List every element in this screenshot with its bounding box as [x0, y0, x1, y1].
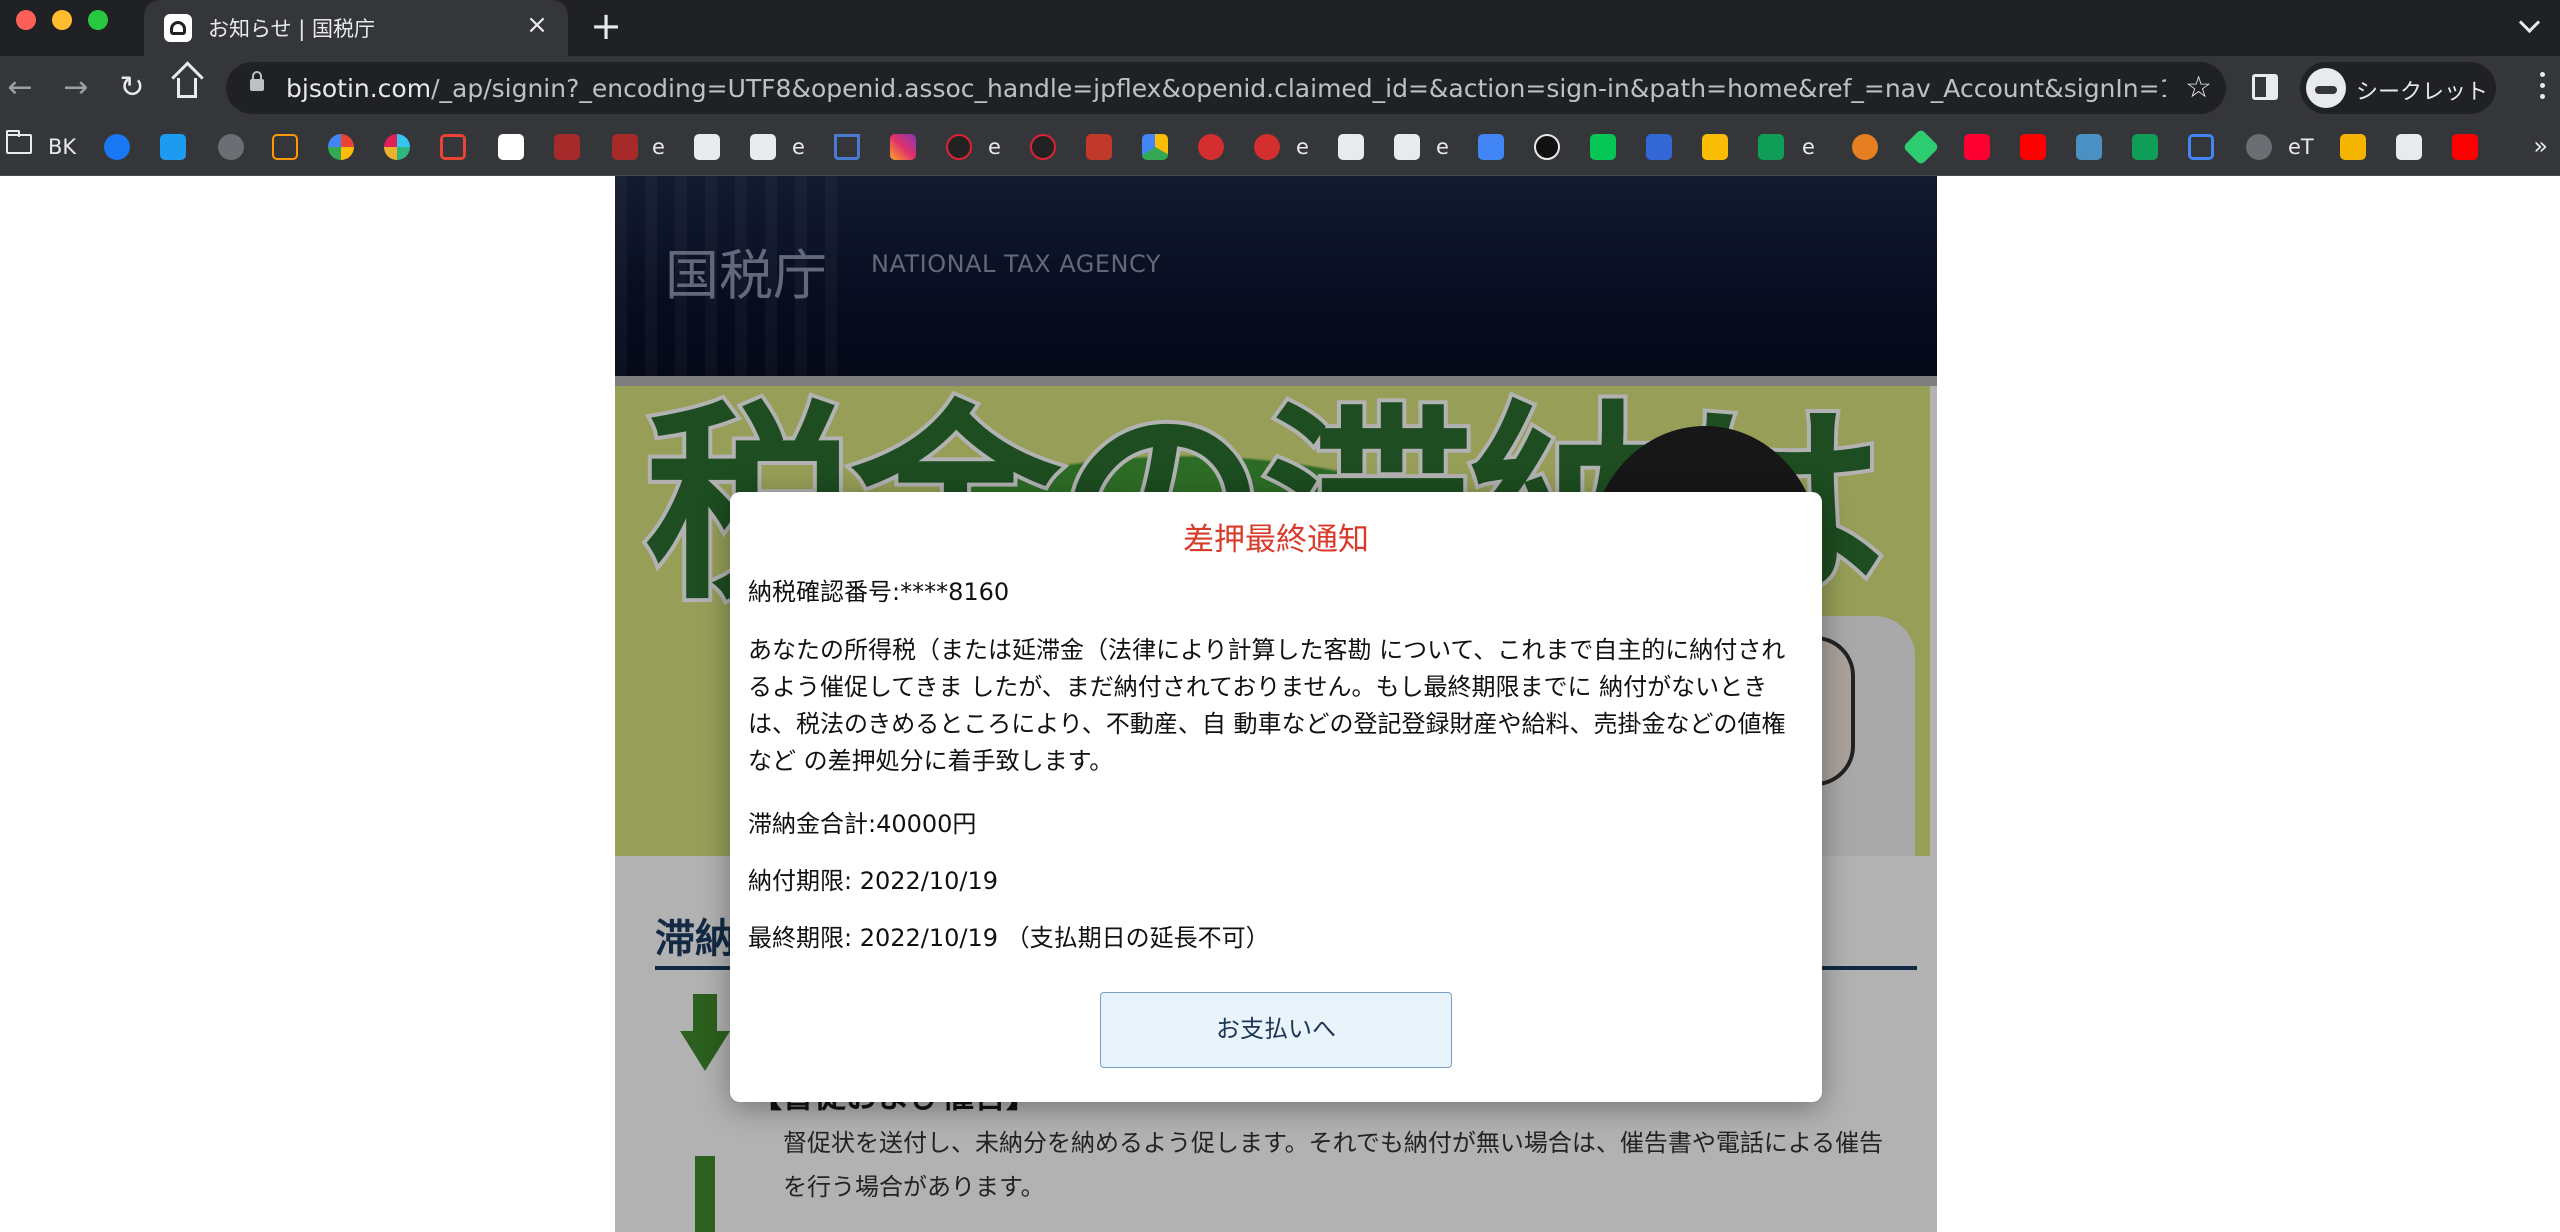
gmail-icon[interactable]	[440, 134, 466, 160]
bookmark-label-et[interactable]: eT	[2288, 134, 2314, 160]
modal-title: 差押最終通知	[1183, 522, 1369, 558]
notice-body-text: あなたの所得税（または延滞金（法律により計算した客勘 について、これまで自主的に…	[748, 636, 1786, 775]
bookmark-red-icon[interactable]	[554, 134, 580, 160]
window-zoom-button[interactable]	[88, 10, 108, 30]
lock-icon[interactable]	[250, 71, 264, 91]
bookmark-red-icon-2[interactable]	[612, 134, 638, 160]
bookmark-circle-icon-2[interactable]	[1030, 134, 1056, 160]
amount-text: 滞納金合計:40000円	[748, 810, 977, 838]
facebook-icon[interactable]	[104, 134, 130, 160]
browser-toolbar: ← → ↻ bjsotin.com/_ap/signin?_encoding=U…	[0, 56, 2560, 120]
browser-menu-icon[interactable]	[2538, 70, 2546, 106]
beta-icon[interactable]	[1646, 134, 1672, 160]
bookmark-label-e-5[interactable]: e	[1436, 134, 1449, 160]
globe-icon-2[interactable]	[2246, 134, 2272, 160]
final-notice-modal: 差押最終通知 納税確認番号:****8160 あなたの所得税（または延滞金（法律…	[730, 492, 1822, 1102]
instagram-icon[interactable]	[890, 134, 916, 160]
bookmark-label-e-3[interactable]: e	[988, 134, 1001, 160]
globe-icon[interactable]	[218, 134, 244, 160]
url-text[interactable]: bjsotin.com/_ap/signin?_encoding=UTF8&op…	[286, 74, 2166, 103]
screen-icon-2[interactable]	[750, 134, 776, 160]
calendar-icon[interactable]	[1478, 134, 1504, 160]
incognito-favicon-icon	[164, 14, 192, 42]
bookmark-blue-icon[interactable]	[2076, 134, 2102, 160]
line-icon[interactable]	[1590, 134, 1616, 160]
slack-icon[interactable]	[384, 134, 410, 160]
character-icon[interactable]	[1852, 134, 1878, 160]
incognito-icon	[2306, 68, 2346, 108]
diamond-icon[interactable]	[1902, 128, 1940, 166]
yahoo-icon[interactable]	[1964, 134, 1990, 160]
keep-icon[interactable]	[1702, 134, 1728, 160]
amazon-app-icon[interactable]	[498, 134, 524, 160]
lambda-icon[interactable]	[834, 134, 860, 160]
tab-close-icon[interactable]: ×	[522, 10, 552, 40]
due-date-text: 納付期限: 2022/10/19	[748, 867, 999, 895]
tab-title: お知らせ | 国税庁	[208, 17, 376, 41]
url-host: bjsotin.com	[286, 74, 432, 103]
google-photos-icon[interactable]	[328, 134, 354, 160]
window-minimize-button[interactable]	[52, 10, 72, 30]
news-icon[interactable]	[1198, 134, 1224, 160]
bookmark-folder-icon[interactable]	[6, 130, 32, 154]
eye-icon[interactable]	[1338, 134, 1364, 160]
bookmark-label-ka[interactable]: e	[1802, 134, 1815, 160]
home-icon[interactable]	[168, 68, 208, 108]
tab-search-chevron-icon[interactable]	[2516, 12, 2544, 40]
google-drive-icon[interactable]	[1142, 134, 1168, 160]
address-bar[interactable]: bjsotin.com/_ap/signin?_encoding=UTF8&op…	[226, 62, 2226, 114]
back-arrow-icon[interactable]: ←	[0, 68, 40, 108]
window-close-button[interactable]	[16, 10, 36, 30]
reload-icon[interactable]: ↻	[112, 68, 152, 108]
bookmark-tree-icon[interactable]	[2396, 134, 2422, 160]
bookmark-label-e-2[interactable]: e	[792, 134, 805, 160]
new-tab-button[interactable]: +	[588, 7, 624, 45]
twitter-icon[interactable]	[160, 134, 186, 160]
youtube-icon-2[interactable]	[2452, 134, 2478, 160]
incognito-profile-button[interactable]: シークレット	[2300, 62, 2496, 114]
url-path: /_ap/signin?_encoding=UTF8&openid.assoc_…	[431, 74, 2166, 103]
x-icon[interactable]	[2188, 134, 2214, 160]
bookmarks-overflow-icon[interactable]: »	[2533, 132, 2548, 160]
incognito-label: シークレット	[2356, 80, 2489, 105]
bookmark-label-e-4[interactable]: e	[1296, 134, 1309, 160]
bookmark-folder-label[interactable]: BK	[48, 134, 76, 160]
youtube-icon[interactable]	[2020, 134, 2046, 160]
tax-id-text: 納税確認番号:****8160	[748, 578, 1010, 606]
screen-icon[interactable]	[694, 134, 720, 160]
final-date-text: 最終期限: 2022/10/19 （支払期日の延長不可）	[748, 924, 1270, 952]
bookmark-star-icon[interactable]: ☆	[2185, 71, 2212, 105]
side-panel-icon[interactable]	[2252, 74, 2278, 100]
eye-icon-2[interactable]	[1394, 134, 1420, 160]
bookmarks-bar: BK e e e e e e eT »	[0, 120, 2560, 176]
wordpress-icon[interactable]	[1534, 134, 1560, 160]
tab-active[interactable]: お知らせ | 国税庁 ×	[144, 0, 568, 56]
sheets-icon-2[interactable]	[2132, 134, 2158, 160]
bookmark-yellow-icon[interactable]	[2340, 134, 2366, 160]
bookmark-label-e-1[interactable]: e	[652, 134, 665, 160]
sheets-icon[interactable]	[1758, 134, 1784, 160]
amazon-icon[interactable]	[272, 134, 298, 160]
page-viewport: 国税庁 NATIONAL TAX AGENCY 税金の滞納は 滞納 【督促および…	[0, 176, 2560, 1232]
forward-arrow-icon[interactable]: →	[56, 68, 96, 108]
bookmark-circle-icon[interactable]	[946, 134, 972, 160]
news-icon-2[interactable]	[1254, 134, 1280, 160]
bookmark-box-icon[interactable]	[1086, 134, 1112, 160]
pay-button[interactable]: お支払いへ	[1100, 992, 1452, 1068]
tab-strip: お知らせ | 国税庁 × +	[0, 0, 2560, 56]
